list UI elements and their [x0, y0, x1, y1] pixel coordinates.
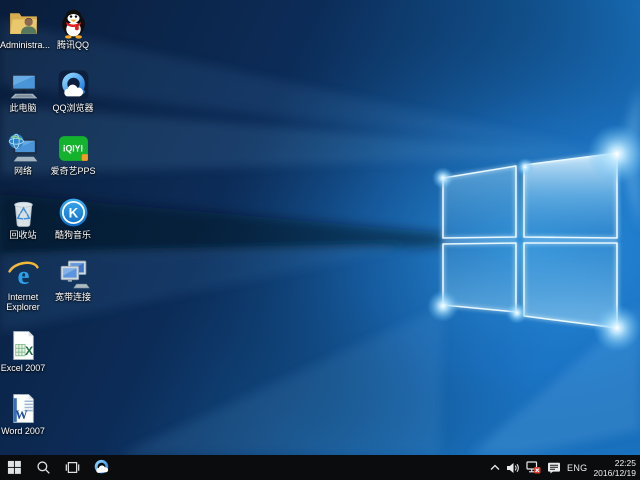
excel-document-icon: X [7, 329, 40, 362]
windows-logo-icon [7, 460, 22, 475]
desktop-area[interactable]: Administra... 腾讯QQ [0, 0, 640, 455]
svg-text:W: W [15, 408, 28, 422]
iqiyi-icon: iQIYI [57, 132, 90, 165]
network-status-button[interactable] [526, 455, 541, 480]
taskbar-qq-browser-button[interactable] [87, 455, 116, 480]
desktop-icon-internet-explorer[interactable]: e Internet Explorer [0, 258, 46, 312]
tray-overflow-button[interactable] [490, 455, 500, 480]
user-folder-icon [7, 6, 40, 39]
desktop-icon-iqiyi-pps[interactable]: iQIYI 爱奇艺PPS [50, 132, 96, 176]
recycle-bin-icon [7, 196, 40, 229]
desktop-icon-broadband-connection[interactable]: 宽带连接 [50, 258, 96, 302]
windows-10-desktop-screen: Administra... 腾讯QQ [0, 0, 640, 480]
qq-browser-taskbar-icon [93, 459, 110, 476]
svg-text:K: K [68, 206, 78, 221]
desktop-icon-label: 宽带连接 [50, 292, 96, 302]
clock-date: 2016/12/19 [593, 468, 636, 478]
desktop-icon-recycle-bin[interactable]: 回收站 [0, 196, 46, 240]
windows-hero-wallpaper [0, 0, 640, 455]
taskbar: ENG 22:25 2016/12/19 [0, 455, 640, 480]
computer-monitor-icon [7, 69, 40, 102]
network-disconnected-icon [526, 461, 541, 474]
volume-button[interactable] [506, 455, 520, 480]
desktop-icon-label: 网络 [0, 166, 46, 176]
qq-penguin-icon [57, 6, 90, 39]
word-document-icon: W [7, 392, 40, 425]
desktop-icon-word-2007[interactable]: W Word 2007 [0, 392, 46, 436]
clock-time: 22:25 [593, 458, 636, 468]
desktop-icon-label: Administra... [0, 40, 46, 50]
desktop-icon-label: 此电脑 [0, 103, 46, 113]
message-bubble-icon [547, 462, 561, 474]
taskbar-clock[interactable]: 22:25 2016/12/19 [593, 458, 636, 478]
desktop-icon-label: Internet Explorer [0, 292, 46, 312]
search-icon [36, 460, 51, 475]
desktop-icon-network[interactable]: 网络 [0, 132, 46, 176]
language-indicator[interactable]: ENG [567, 463, 587, 473]
network-globe-icon [7, 132, 40, 165]
desktop-icon-excel-2007[interactable]: X Excel 2007 [0, 329, 46, 373]
desktop-icon-label: 爱奇艺PPS [50, 166, 96, 176]
search-button[interactable] [29, 455, 58, 480]
kugou-icon: K [57, 196, 90, 229]
desktop-icon-qq-browser[interactable]: QQ浏览器 [50, 69, 96, 113]
desktop-icon-label: 回收站 [0, 230, 46, 240]
start-button[interactable] [0, 455, 29, 480]
qq-browser-icon [57, 69, 90, 102]
task-view-icon [65, 460, 80, 475]
desktop-icon-label: Word 2007 [0, 426, 46, 436]
taskbar-left-group [0, 455, 116, 480]
svg-text:X: X [25, 344, 34, 358]
chevron-up-icon [490, 464, 500, 471]
broadband-monitors-icon [57, 258, 90, 291]
system-tray: ENG 22:25 2016/12/19 [490, 455, 640, 480]
desktop-icon-label: 腾讯QQ [50, 40, 96, 50]
ime-notification-button[interactable] [547, 455, 561, 480]
task-view-button[interactable] [58, 455, 87, 480]
speaker-icon [506, 462, 520, 474]
desktop-icon-kugou-music[interactable]: K 酷狗音乐 [50, 196, 96, 240]
desktop-icon-administrator[interactable]: Administra... [0, 6, 46, 50]
desktop-icon-label: QQ浏览器 [50, 103, 96, 113]
desktop-icon-label: Excel 2007 [0, 363, 46, 373]
internet-explorer-icon: e [7, 258, 40, 291]
desktop-icon-tencent-qq[interactable]: 腾讯QQ [50, 6, 96, 50]
desktop-icon-label: 酷狗音乐 [50, 230, 96, 240]
svg-text:iQIYI: iQIYI [63, 144, 83, 154]
desktop-icon-this-pc[interactable]: 此电脑 [0, 69, 46, 113]
